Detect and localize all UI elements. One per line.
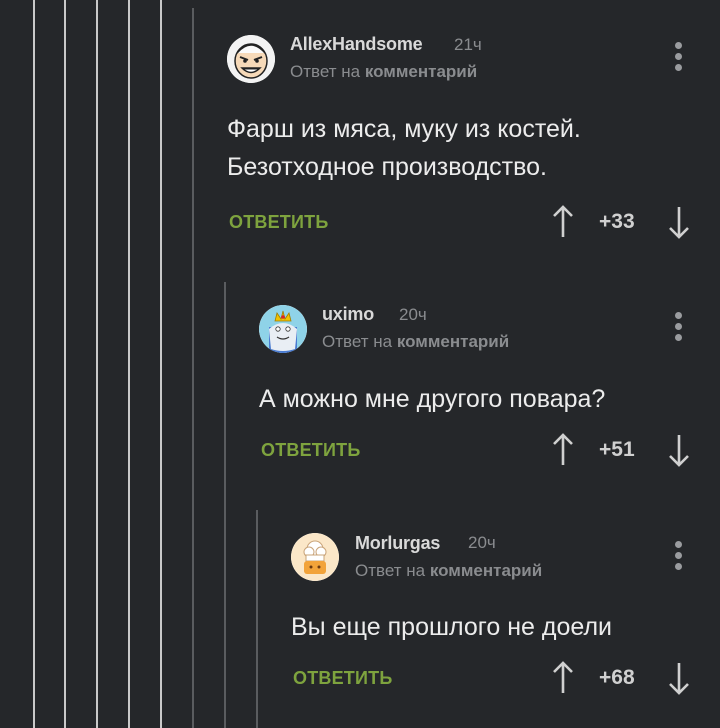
ice-king-avatar-icon bbox=[259, 305, 307, 353]
thread-line[interactable] bbox=[128, 0, 130, 728]
comment-text-line: А можно мне другого повара? bbox=[259, 385, 606, 413]
more-menu-icon[interactable] bbox=[673, 42, 683, 76]
upvote-arrow-icon[interactable] bbox=[551, 432, 575, 468]
comment-time[interactable]: 20ч bbox=[468, 533, 496, 553]
comment-text-line: Безотходное производство. bbox=[227, 153, 547, 181]
reply-to-prefix: Ответ на bbox=[322, 332, 393, 351]
more-menu-icon[interactable] bbox=[673, 312, 683, 346]
more-menu-icon[interactable] bbox=[673, 541, 683, 575]
thread-line[interactable] bbox=[256, 510, 258, 728]
comment-text: Фарш из мяса, муку из костей. Безотходно… bbox=[227, 110, 581, 186]
thread-line[interactable] bbox=[64, 0, 66, 728]
thread-line[interactable] bbox=[160, 0, 162, 728]
comment-text: Вы еще прошлого не доели bbox=[291, 608, 612, 646]
comment-time[interactable]: 20ч bbox=[399, 305, 427, 325]
comment-time[interactable]: 21ч bbox=[454, 35, 482, 55]
thread-line[interactable] bbox=[224, 282, 226, 728]
rating-value: +51 bbox=[599, 438, 635, 461]
avatar[interactable] bbox=[227, 35, 275, 83]
reply-to-link[interactable]: комментарий bbox=[397, 332, 509, 351]
author-name[interactable]: uximo bbox=[322, 304, 374, 325]
rating-value: +68 bbox=[599, 666, 635, 689]
thread-line[interactable] bbox=[192, 8, 194, 728]
upvote-arrow-icon[interactable] bbox=[551, 204, 575, 240]
reply-to: Ответ на комментарий bbox=[322, 332, 509, 352]
reply-button[interactable]: ОТВЕТИТЬ bbox=[229, 212, 328, 233]
upvote-arrow-icon[interactable] bbox=[551, 660, 575, 696]
downvote-arrow-icon[interactable] bbox=[667, 204, 691, 240]
reply-to: Ответ на комментарий bbox=[355, 561, 542, 581]
thread-line[interactable] bbox=[33, 0, 35, 728]
reply-button[interactable]: ОТВЕТИТЬ bbox=[261, 440, 360, 461]
reply-to-prefix: Ответ на bbox=[290, 62, 361, 81]
smug-face-avatar-icon bbox=[227, 35, 275, 83]
comment-text: А можно мне другого повара? bbox=[259, 380, 605, 418]
reply-to-link[interactable]: комментарий bbox=[430, 561, 542, 580]
rating-value: +33 bbox=[599, 210, 635, 233]
comment-text-line: Вы еще прошлого не доели bbox=[291, 613, 612, 641]
reply-to-link[interactable]: комментарий bbox=[365, 62, 477, 81]
avatar[interactable] bbox=[259, 305, 307, 353]
comment-text-line: Фарш из мяса, муку из костей. bbox=[227, 115, 581, 143]
chef-avatar-icon bbox=[291, 533, 339, 581]
thread-line[interactable] bbox=[96, 0, 98, 728]
author-name[interactable]: Morlurgas bbox=[355, 533, 440, 554]
reply-to-prefix: Ответ на bbox=[355, 561, 426, 580]
reply-to: Ответ на комментарий bbox=[290, 62, 477, 82]
downvote-arrow-icon[interactable] bbox=[667, 432, 691, 468]
author-name[interactable]: AllexHandsome bbox=[290, 34, 423, 55]
downvote-arrow-icon[interactable] bbox=[667, 660, 691, 696]
reply-button[interactable]: ОТВЕТИТЬ bbox=[293, 668, 392, 689]
avatar[interactable] bbox=[291, 533, 339, 581]
